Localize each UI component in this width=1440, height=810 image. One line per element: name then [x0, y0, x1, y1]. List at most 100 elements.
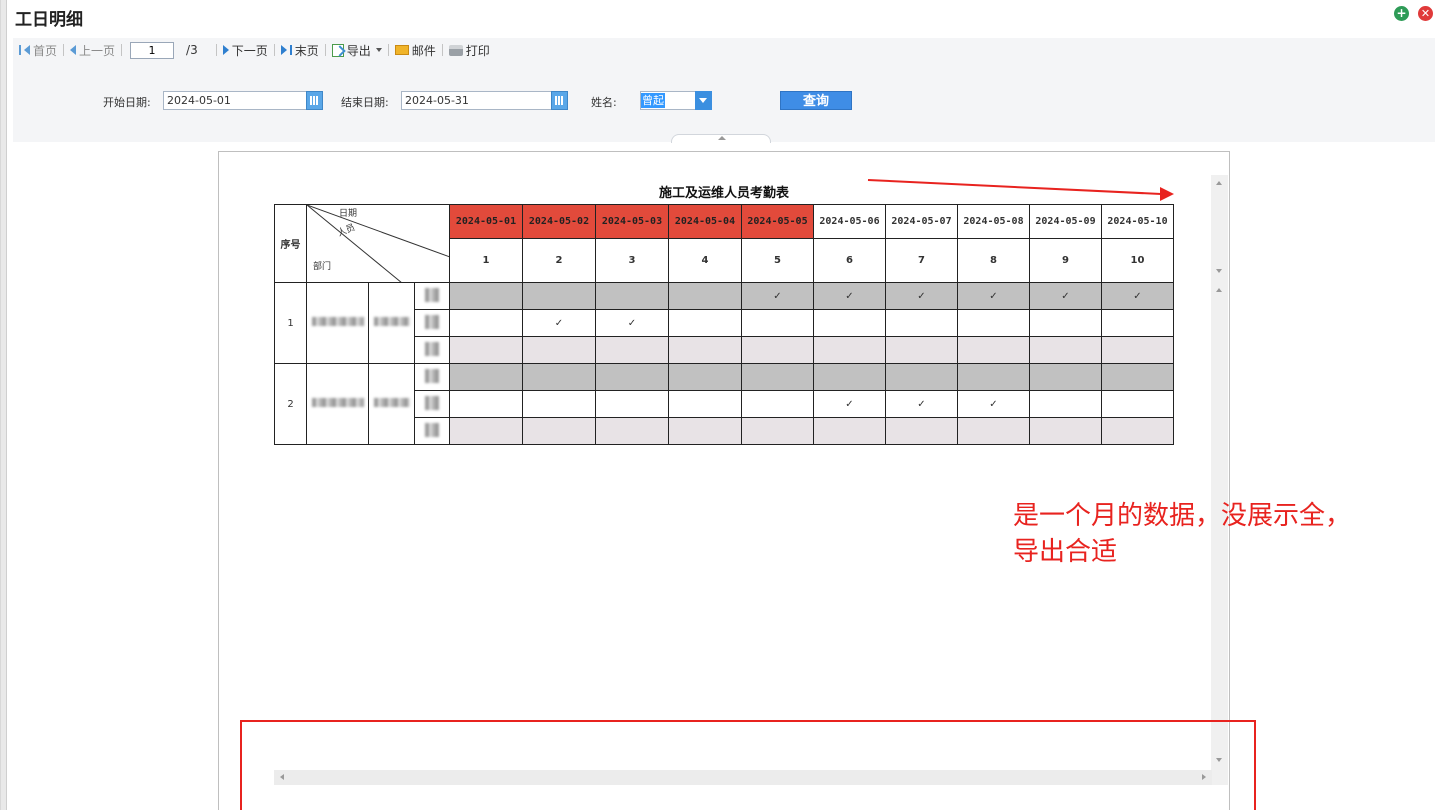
day-number-header: 8 [957, 238, 1030, 283]
attendance-cell [522, 417, 596, 445]
print-button[interactable]: 打印 [445, 42, 494, 59]
plus-circle-icon[interactable]: + [1394, 6, 1409, 21]
attendance-cell [957, 336, 1030, 364]
attendance-cell [668, 309, 742, 337]
table-row: 2 [274, 363, 1174, 445]
attendance-cell [595, 390, 669, 418]
day-number-header: 1 [449, 238, 523, 283]
name-selected-value: 曾起 [641, 93, 665, 108]
calendar-icon[interactable] [306, 91, 323, 110]
export-button[interactable]: 导出 [328, 42, 386, 59]
query-button[interactable]: 查询 [780, 91, 852, 110]
attendance-cell [522, 336, 596, 364]
attendance-cell: ✓ [1101, 282, 1174, 310]
attendance-cell [1029, 390, 1102, 418]
scroll-down-icon[interactable] [1216, 269, 1222, 273]
chevron-down-icon[interactable] [695, 91, 712, 110]
day-number-header: 6 [813, 238, 886, 283]
type-cell-redacted [414, 363, 450, 391]
scroll-up-icon[interactable] [1216, 288, 1222, 292]
toolbar-divider [387, 44, 389, 56]
attendance-cell [957, 309, 1030, 337]
attendance-cell [668, 363, 742, 391]
toolbar-divider [324, 44, 326, 56]
table-row: 1 ✓ ✓ ✓ ✓ ✓ ✓ [274, 282, 1174, 364]
attendance-cell [1029, 336, 1102, 364]
attendance-cell [1101, 336, 1174, 364]
dept-cell-redacted [368, 282, 415, 364]
first-page-label: 首页 [33, 43, 58, 58]
calendar-icon[interactable] [551, 91, 568, 110]
date-header: 2024-05-08 [957, 204, 1030, 239]
mail-label: 邮件 [411, 43, 436, 58]
annotation-line-2: 导出合适 [1013, 537, 1118, 567]
name-label: 姓名: [591, 96, 617, 109]
attendance-cell [668, 417, 742, 445]
date-header: 2024-05-02 [522, 204, 596, 239]
attendance-cell [1101, 309, 1174, 337]
annotation-line-1: 是一个月的数据，没展示全， [1013, 501, 1352, 531]
attendance-cell [1101, 363, 1174, 391]
next-page-label: 下一页 [231, 43, 268, 58]
close-circle-icon[interactable]: ✕ [1418, 6, 1433, 21]
day-number-header: 9 [1029, 238, 1102, 283]
attendance-cell [449, 336, 523, 364]
export-label: 导出 [346, 43, 371, 58]
window-title: 工日明细 [15, 10, 83, 30]
person-cell-redacted [306, 363, 369, 445]
first-page-button[interactable]: 首页 [15, 42, 61, 59]
vertical-scrollbar[interactable] [1211, 175, 1228, 785]
attendance-cell [885, 417, 958, 445]
date-header: 2024-05-03 [595, 204, 669, 239]
prev-page-icon [70, 45, 77, 55]
filter-panel: 开始日期: 2024-05-01 结束日期: 2024-05-31 姓名: 曾起… [13, 62, 1435, 142]
attendance-cell [813, 417, 886, 445]
next-page-button[interactable]: 下一页 [219, 42, 272, 59]
annotation-note: 是一个月的数据，没展示全， 导出合适 [1013, 498, 1413, 570]
attendance-cell: ✓ [957, 390, 1030, 418]
date-header: 2024-05-01 [449, 204, 523, 239]
attendance-cell: ✓ [522, 309, 596, 337]
last-page-button[interactable]: 末页 [277, 42, 323, 59]
attendance-cell [449, 282, 523, 310]
dialog-window: 工日明细 + ✕ 首页 上一页 /3 下一页 末页 导出 [0, 0, 1440, 810]
name-select[interactable]: 曾起 [640, 91, 712, 110]
date-header: 2024-05-10 [1101, 204, 1174, 239]
start-date-value: 2024-05-01 [167, 94, 231, 107]
attendance-cell [595, 363, 669, 391]
mail-button[interactable]: 邮件 [391, 42, 440, 59]
prev-page-button[interactable]: 上一页 [66, 42, 119, 59]
attendance-table: 序号 日期 人员 部门 2024-05-01 2024-05-02 2024-05-03 20… [274, 204, 1174, 445]
last-page-label: 末页 [294, 43, 319, 58]
toolbar-divider [215, 44, 217, 56]
attendance-cell [885, 309, 958, 337]
attendance-cell [885, 336, 958, 364]
date-header: 2024-05-07 [885, 204, 958, 239]
attendance-cell [1029, 309, 1102, 337]
attendance-cell [522, 282, 596, 310]
attendance-cell: ✓ [885, 390, 958, 418]
attendance-cell [885, 363, 958, 391]
type-cell-redacted [414, 309, 450, 337]
attendance-cell [595, 417, 669, 445]
mail-icon [394, 45, 409, 55]
seq-cell: 1 [274, 282, 307, 364]
page-number-input[interactable] [130, 41, 175, 59]
collapse-panel-toggle[interactable] [671, 134, 771, 143]
attendance-cell: ✓ [813, 390, 886, 418]
attendance-cell [957, 417, 1030, 445]
start-date-field[interactable]: 2024-05-01 [163, 91, 323, 110]
day-number-header: 5 [741, 238, 814, 283]
attendance-cell [813, 363, 886, 391]
scroll-up-icon[interactable] [1216, 181, 1222, 185]
date-header: 2024-05-06 [813, 204, 886, 239]
attendance-cell: ✓ [885, 282, 958, 310]
attendance-cell: ✓ [1029, 282, 1102, 310]
attendance-cell [741, 363, 814, 391]
end-date-field[interactable]: 2024-05-31 [401, 91, 568, 110]
attendance-cell [449, 309, 523, 337]
background-window-edge [1, 0, 7, 810]
attendance-cell [741, 390, 814, 418]
first-page-icon [19, 45, 21, 55]
toolbar-divider [63, 44, 65, 56]
